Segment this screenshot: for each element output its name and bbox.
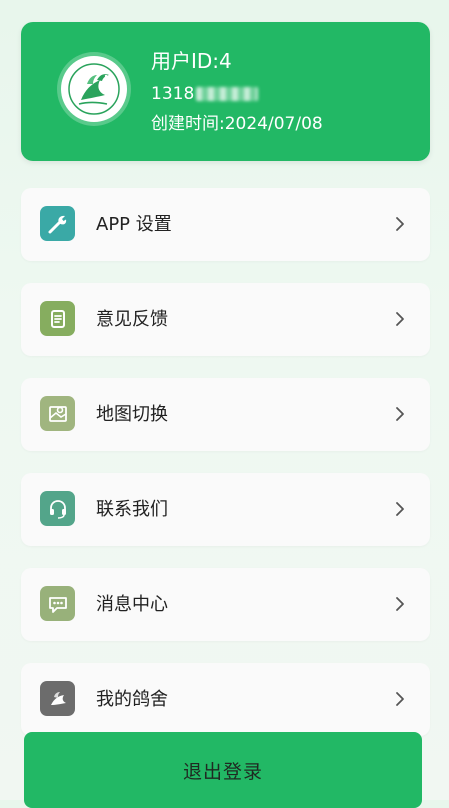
map-pin-icon	[40, 396, 75, 431]
phone-redaction-mask	[196, 87, 259, 101]
chat-bubble-icon	[40, 586, 75, 621]
headset-icon	[40, 491, 75, 526]
menu-item-my-loft[interactable]: 我的鸽舍	[21, 663, 430, 736]
menu-item-contact-us[interactable]: 联系我们	[21, 473, 430, 546]
chevron-right-icon	[396, 312, 404, 326]
feedback-document-icon	[40, 301, 75, 336]
menu-item-map-switch[interactable]: 地图切换	[21, 378, 430, 451]
created-date-text: 创建时间:2024/07/08	[151, 114, 323, 134]
menu-item-label: 联系我们	[96, 498, 168, 520]
pigeon-icon	[40, 681, 75, 716]
chevron-right-icon	[396, 502, 404, 516]
menu-item-label: 意见反馈	[96, 308, 168, 330]
menu-item-label: 消息中心	[96, 593, 168, 615]
chevron-right-icon	[396, 217, 404, 231]
chevron-right-icon	[396, 597, 404, 611]
chevron-right-icon	[396, 692, 404, 706]
menu-item-feedback[interactable]: 意见反馈	[21, 283, 430, 356]
menu-item-message-center[interactable]: 消息中心	[21, 568, 430, 641]
user-id-text: 用户ID:4	[151, 49, 232, 73]
menu-item-label: APP 设置	[96, 213, 172, 235]
menu-item-label: 我的鸽舍	[96, 688, 168, 710]
pigeon-logo-icon	[68, 63, 120, 115]
user-profile-card[interactable]: 用户ID:4 1318 创建时间:2024/07/08	[21, 22, 430, 161]
menu-item-app-settings[interactable]: APP 设置	[21, 188, 430, 261]
settings-menu: APP 设置 意见反馈 地图切换 联系我们 消息中心 我的鸽舍	[21, 188, 430, 758]
avatar[interactable]	[61, 56, 127, 122]
logout-button[interactable]: 退出登录	[24, 732, 422, 808]
menu-item-label: 地图切换	[96, 403, 168, 425]
phone-number-text: 1318	[151, 84, 195, 104]
wrench-icon	[40, 206, 75, 241]
chevron-right-icon	[396, 407, 404, 421]
